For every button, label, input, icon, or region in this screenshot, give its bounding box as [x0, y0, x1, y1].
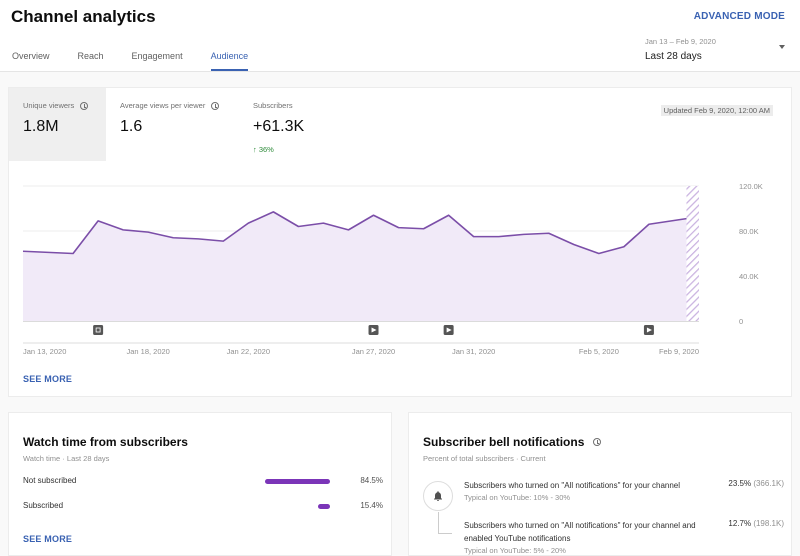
y-tick-label: 120.0K: [739, 182, 763, 191]
notification-percent: 23.5%: [728, 479, 752, 488]
main-metrics-card: Unique viewers 1.8M Average views per vi…: [8, 87, 792, 397]
watch-time-row: Subscribed 15.4%: [23, 501, 383, 513]
tab-bar: Overview Reach Engagement Audience: [12, 51, 276, 71]
card-title: Subscriber bell notifications: [423, 435, 585, 449]
notification-value: 23.5% (366.1K): [728, 479, 784, 488]
unique-viewers-chart: 0 40.0K 80.0K 120.0K Jan 13, 2020 Jan 18, 202…: [22, 182, 763, 356]
notification-count: (198.1K): [753, 519, 784, 528]
y-tick-label: 0: [739, 317, 743, 326]
x-tick-label: Jan 13, 2020: [23, 347, 66, 356]
card-title: Watch time from subscribers: [23, 435, 188, 449]
row-percent: 15.4%: [360, 501, 383, 510]
page-title: Channel analytics: [11, 7, 156, 26]
bar-track: [253, 504, 330, 509]
tab-overview[interactable]: Overview: [12, 51, 50, 61]
x-tick-label: Feb 9, 2020: [659, 347, 699, 356]
row-label: Subscribed: [23, 501, 64, 510]
bell-icon: [434, 491, 442, 501]
date-range-dates: Jan 13 – Feb 9, 2020: [645, 37, 716, 46]
notification-value: 12.7% (198.1K): [728, 519, 784, 528]
row-percent: 84.5%: [360, 476, 383, 485]
date-range-selected: Last 28 days: [645, 51, 702, 62]
x-tick-label: Jan 31, 2020: [452, 347, 495, 356]
notification-typical: Typical on YouTube: 10% - 30%: [464, 493, 571, 502]
x-tick-label: Feb 5, 2020: [579, 347, 619, 356]
x-tick-label: Jan 27, 2020: [352, 347, 395, 356]
notification-label: Subscribers who turned on "All notificat…: [464, 481, 681, 490]
series-area: [23, 211, 687, 321]
notification-label: Subscribers who turned on "All notificat…: [464, 521, 696, 543]
bell-notifications-card: Subscriber bell notifications Percent of…: [408, 412, 792, 556]
row-label: Not subscribed: [23, 476, 77, 485]
see-more-link[interactable]: SEE MORE: [23, 534, 72, 544]
bar-fill: [318, 504, 330, 509]
notification-typical: Typical on YouTube: 5% - 20%: [464, 546, 566, 555]
tab-reach[interactable]: Reach: [78, 51, 104, 61]
advanced-mode-button[interactable]: ADVANCED MODE: [694, 11, 785, 22]
partial-period-hatch: [686, 186, 699, 321]
date-range-dropdown[interactable]: Jan 13 – Feb 9, 2020 Last 28 days: [645, 37, 787, 62]
x-tick-label: Jan 22, 2020: [227, 347, 270, 356]
notification-row: Subscribers who turned on "All notificat…: [464, 479, 784, 502]
chevron-down-icon: [779, 45, 785, 49]
y-tick-label: 80.0K: [739, 227, 759, 236]
card-subtitle: Percent of total subscribers · Current: [423, 454, 546, 463]
notification-percent: 12.7%: [728, 519, 752, 528]
watch-time-card: Watch time from subscribers Watch time ·…: [8, 412, 392, 556]
multiple-videos-icon: [93, 325, 104, 335]
tab-audience[interactable]: Audience: [210, 51, 248, 71]
connector-line: [438, 512, 452, 534]
y-tick-label: 40.0K: [739, 272, 759, 281]
notification-count: (366.1K): [753, 479, 784, 488]
x-tick-label: Jan 18, 2020: [126, 347, 169, 356]
notification-row: Subscribers who turned on "All notificat…: [464, 519, 784, 555]
bell-badge: [423, 481, 453, 511]
top-bar: Channel analytics ADVANCED MODE Overview…: [0, 0, 800, 72]
card-subtitle: Watch time · Last 28 days: [23, 454, 110, 463]
bar-fill: [264, 479, 330, 484]
card-title-wrap: Subscriber bell notifications: [423, 435, 602, 449]
info-clock-icon[interactable]: [593, 438, 602, 446]
watch-time-row: Not subscribed 84.5%: [23, 476, 383, 488]
tab-engagement[interactable]: Engagement: [132, 51, 183, 61]
see-more-link[interactable]: SEE MORE: [23, 374, 72, 384]
bar-track: [253, 479, 330, 484]
